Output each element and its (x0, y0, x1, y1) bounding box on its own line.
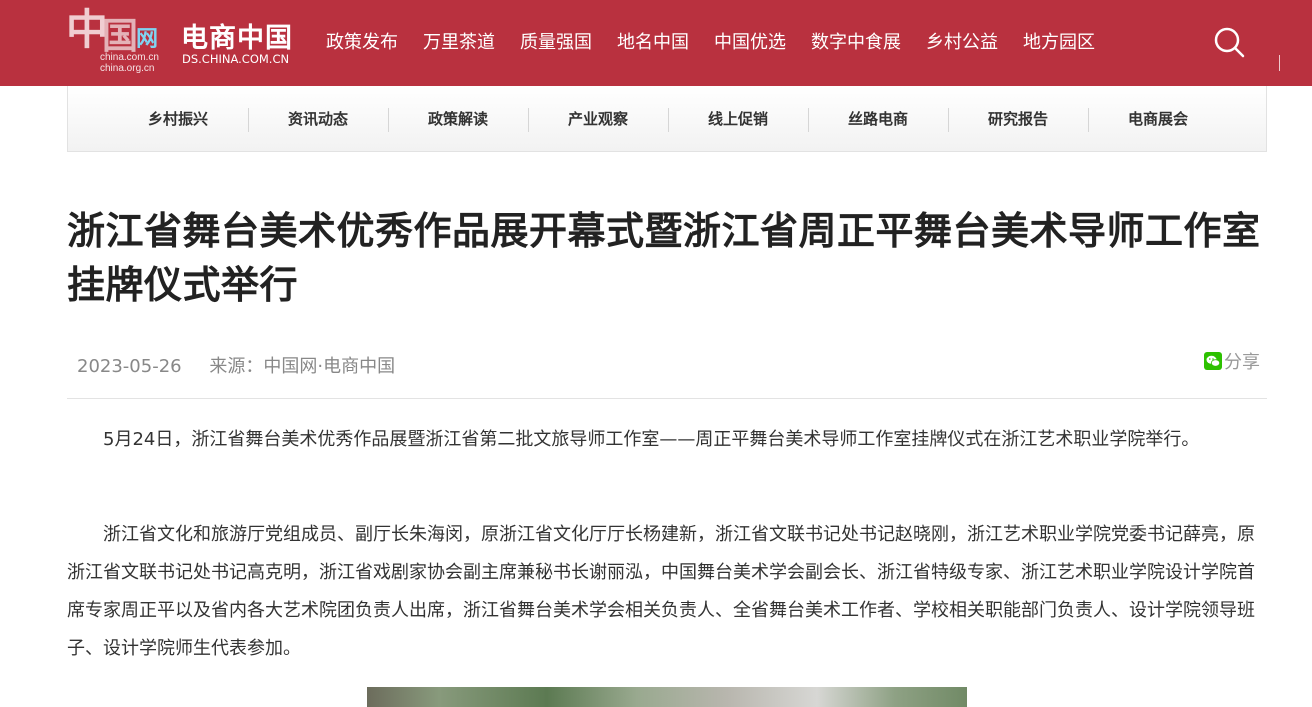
top-nav-item[interactable]: 乡村公益 (926, 30, 998, 56)
top-nav-item[interactable]: 政策发布 (326, 30, 398, 56)
svg-text:china.org.cn: china.org.cn (100, 63, 154, 74)
svg-text:国: 国 (102, 15, 138, 57)
header-divider (1279, 55, 1280, 71)
svg-text:china.com.cn: china.com.cn (100, 52, 159, 63)
meta-divider (67, 398, 1267, 399)
site-url: DS.CHINA.COM.CN (182, 52, 290, 66)
share-label: 分享 (1224, 352, 1260, 373)
article-meta: 2023-05-26 来源：中国网·电商中国 (77, 352, 395, 378)
site-name[interactable]: 电商中国 (181, 16, 293, 55)
publish-date: 2023-05-26 (77, 356, 182, 377)
top-nav-item[interactable]: 地名中国 (617, 30, 689, 56)
search-icon[interactable] (1212, 25, 1246, 59)
svg-text:网: 网 (136, 26, 158, 51)
subnav-item[interactable]: 线上促销 (668, 86, 808, 152)
top-nav-item[interactable]: 数字中食展 (811, 30, 901, 56)
article-source: 来源：中国网·电商中国 (209, 356, 396, 377)
subnav-item[interactable]: 乡村振兴 (108, 86, 248, 152)
subnav-item[interactable]: 资讯动态 (248, 86, 388, 152)
sub-nav: 乡村振兴 资讯动态 政策解读 产业观察 线上促销 丝路电商 研究报告 电商展会 (67, 86, 1267, 152)
top-nav-item[interactable]: 中国优选 (714, 30, 786, 56)
article-paragraph: 5月24日，浙江省舞台美术优秀作品展暨浙江省第二批文旅导师工作室——周正平舞台美… (103, 429, 1200, 450)
subnav-item[interactable]: 产业观察 (528, 86, 668, 152)
wechat-icon (1204, 352, 1222, 370)
article-photo (367, 687, 967, 707)
top-nav-item[interactable]: 万里茶道 (423, 30, 495, 56)
article-paragraph: 浙江省文化和旅游厅党组成员、副厅长朱海闵，原浙江省文化厅厅长杨建新，浙江省文联书… (67, 524, 1255, 659)
top-nav-item[interactable]: 地方园区 (1023, 30, 1095, 56)
share-button[interactable]: 分享 (1204, 348, 1260, 374)
top-header: 中 国 网 china.com.cn china.org.cn 电商中国 DS.… (0, 0, 1312, 86)
subnav-item[interactable]: 丝路电商 (808, 86, 948, 152)
top-nav-item[interactable]: 质量强国 (520, 30, 592, 56)
subnav-item[interactable]: 研究报告 (948, 86, 1088, 152)
subnav-item[interactable]: 电商展会 (1088, 86, 1228, 152)
top-nav: 政策发布 万里茶道 质量强国 地名中国 中国优选 数字中食展 乡村公益 地方园区 (326, 30, 1120, 56)
article-title: 浙江省舞台美术优秀作品展开幕式暨浙江省周正平舞台美术导师工作室挂牌仪式举行 (67, 209, 1261, 307)
china-net-logo[interactable]: 中 国 网 china.com.cn china.org.cn (66, 0, 174, 76)
subnav-item[interactable]: 政策解读 (388, 86, 528, 152)
